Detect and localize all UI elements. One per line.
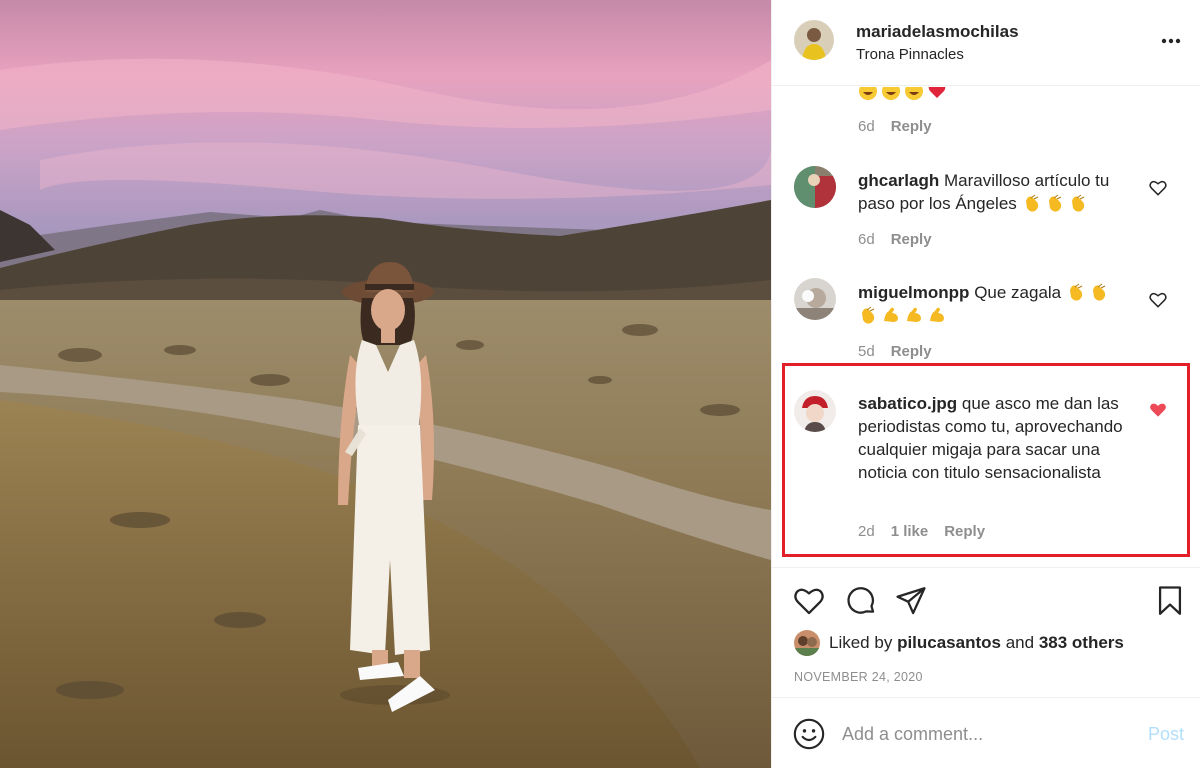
likes-others-link[interactable]: 383 others (1039, 633, 1124, 653)
comment-age: 2d (858, 523, 875, 540)
comment-age: 5d (858, 343, 875, 360)
post-sidebar: mariadelasmochilas Trona Pinnacles 6d Re… (771, 0, 1200, 768)
comment-age: 6d (858, 118, 875, 135)
comment-body: ghcarlagh Maravilloso artículo tu paso p… (858, 169, 1138, 215)
reply-button[interactable]: Reply (891, 343, 932, 360)
comment-like-heart-icon[interactable] (1148, 290, 1168, 310)
post-header: mariadelasmochilas Trona Pinnacles (772, 0, 1200, 86)
clapping-hands-emoji (1089, 282, 1109, 302)
liked-by-prefix: Liked by (829, 633, 893, 652)
flexed-biceps-emoji (904, 305, 924, 325)
comments-list[interactable]: 6d Reply ghcarlagh Maravilloso artículo … (772, 87, 1200, 567)
heart-icon[interactable] (792, 584, 826, 618)
comment-liked-heart-icon[interactable] (1148, 400, 1168, 420)
clapping-hands-emoji (1066, 282, 1086, 302)
comment-emoji-fragment (858, 87, 978, 101)
commenter-avatar[interactable] (794, 278, 836, 320)
post-actions: Liked by pilucasantos and 383 others NOV… (772, 567, 1200, 697)
comment-meta: 6d Reply (858, 118, 932, 135)
share-icon[interactable] (894, 584, 928, 618)
comment-username[interactable]: sabatico.jpg (858, 394, 957, 413)
commenter-avatar[interactable] (794, 166, 836, 208)
clapping-hands-emoji (1022, 193, 1042, 213)
comment-meta: 2d 1 like Reply (858, 523, 985, 540)
comment-meta: 5d Reply (858, 343, 932, 360)
comment-text: Que zagala (974, 283, 1062, 302)
bookmark-icon[interactable] (1153, 584, 1187, 618)
liked-by-connector: and (1005, 633, 1035, 652)
laughing-emoji (858, 87, 878, 101)
author-username[interactable]: mariadelasmochilas (856, 22, 1019, 42)
post-photo[interactable] (0, 0, 771, 768)
comment-body: sabatico.jpg que asco me dan las periodi… (858, 392, 1138, 484)
reply-button[interactable]: Reply (891, 231, 932, 248)
comment-age: 6d (858, 231, 875, 248)
flexed-biceps-emoji (881, 305, 901, 325)
comment-meta: 6d Reply (858, 231, 932, 248)
smile-icon[interactable] (792, 717, 826, 751)
clapping-hands-emoji (1068, 193, 1088, 213)
flexed-biceps-emoji (927, 305, 947, 325)
clapping-hands-emoji (1045, 193, 1065, 213)
post-location[interactable]: Trona Pinnacles (856, 46, 964, 63)
laughing-emoji (904, 87, 924, 101)
comment-body: miguelmonpp Que zagala (858, 281, 1138, 327)
post-comment-button[interactable]: Post (1148, 724, 1184, 745)
comment-like-heart-icon[interactable] (1148, 178, 1168, 198)
add-comment-input[interactable] (842, 718, 1142, 750)
reply-button[interactable]: Reply (944, 523, 985, 540)
commenter-avatar[interactable] (794, 390, 836, 432)
post-date[interactable]: NOVEMBER 24, 2020 (794, 670, 923, 684)
liked-by-row: Liked by pilucasantos and 383 others (794, 630, 1124, 656)
laughing-emoji (881, 87, 901, 101)
more-options-icon[interactable] (1160, 30, 1182, 52)
author-avatar[interactable] (794, 20, 834, 60)
comment-icon[interactable] (844, 584, 878, 618)
comment-username[interactable]: miguelmonpp (858, 283, 969, 302)
liker-username[interactable]: pilucasantos (897, 633, 1001, 653)
red-heart-emoji (927, 87, 947, 101)
reply-button[interactable]: Reply (891, 118, 932, 135)
comment-composer: Post (772, 697, 1200, 768)
clapping-hands-emoji (858, 305, 878, 325)
comment-username[interactable]: ghcarlagh (858, 171, 939, 190)
liker-avatar[interactable] (794, 630, 820, 656)
comment-like-count[interactable]: 1 like (891, 523, 929, 540)
desert-portrait-image (0, 0, 771, 768)
